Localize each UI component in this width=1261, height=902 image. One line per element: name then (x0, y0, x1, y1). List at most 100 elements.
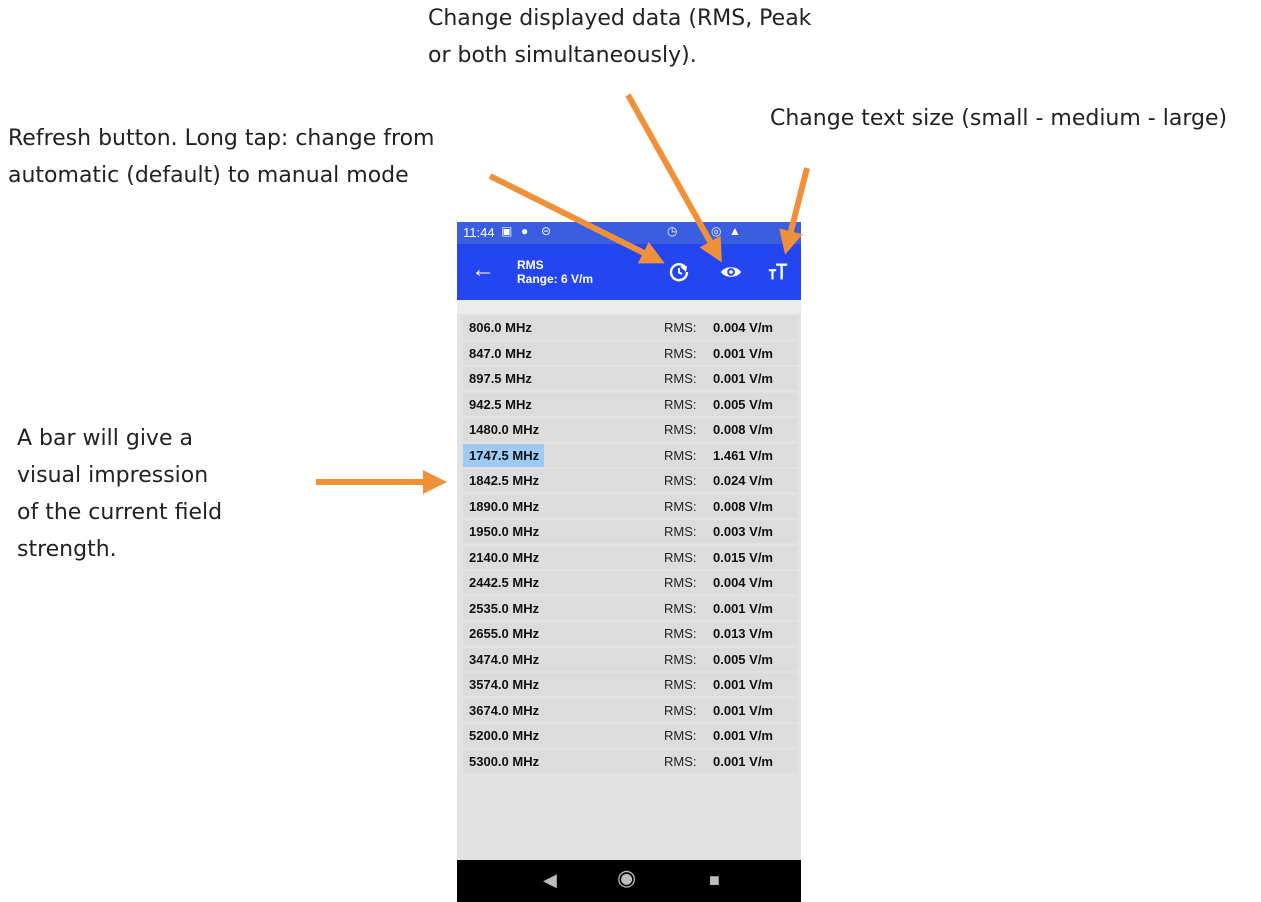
frequency-list: 806.0 MHz RMS: 0.004 V/m 847.0 MHz RMS: 0.001… (457, 300, 801, 860)
list-item[interactable]: 2655.0 MHz RMS: 0.013 V/m (463, 622, 797, 645)
list-item[interactable]: 5300.0 MHz RMS: 0.001 V/m (463, 749, 797, 773)
list-item[interactable]: 3674.0 MHz RMS: 0.001 V/m (463, 698, 797, 722)
hotspot-icon: ◎ (711, 224, 722, 238)
rms-label: RMS: (664, 575, 697, 590)
refresh-icon (669, 263, 689, 282)
rms-label: RMS: (664, 345, 697, 361)
nav-home-icon[interactable]: ◉ (617, 867, 636, 889)
field-strength-value: 0.001 V/m (713, 345, 773, 361)
rms-label: RMS: (664, 728, 697, 743)
field-strength-value: 0.004 V/m (713, 320, 773, 335)
app-bar: ← RMS Range: 6 V/m (457, 244, 801, 300)
nav-back-icon[interactable]: ◀ (543, 870, 557, 890)
list-item[interactable]: 942.5 MHz RMS: 0.005 V/m (463, 392, 797, 416)
frequency-label: 1890.0 MHz (469, 498, 540, 514)
field-strength-value: 0.013 V/m (713, 626, 773, 641)
frequency-label: 1480.0 MHz (469, 422, 540, 437)
status-time: 11:44 (463, 225, 495, 240)
app-icon: ● (521, 224, 529, 238)
field-strength-value: 0.001 V/m (713, 371, 773, 386)
annotation-line: or both simultaneously). (428, 43, 697, 68)
rms-label: RMS: (664, 651, 697, 667)
rms-label: RMS: (664, 702, 697, 718)
list-top-gap (457, 300, 801, 314)
field-strength-value: 0.008 V/m (713, 498, 773, 514)
list-item[interactable]: 2140.0 MHz RMS: 0.015 V/m (463, 545, 797, 569)
field-strength-value: 0.005 V/m (713, 651, 773, 667)
field-strength-value: 0.001 V/m (713, 702, 773, 718)
calendar-icon: ▣ (501, 224, 513, 238)
rms-label: RMS: (664, 320, 697, 335)
frequency-label: 1950.0 MHz (469, 524, 540, 539)
eye-icon (720, 267, 742, 277)
list-item[interactable]: 1747.5 MHz RMS: 1.461 V/m (463, 443, 797, 467)
page-title: RMS (517, 258, 544, 272)
refresh-button[interactable] (663, 256, 695, 288)
field-strength-value: 0.015 V/m (713, 549, 773, 565)
list-item[interactable]: 847.0 MHz RMS: 0.001 V/m (463, 341, 797, 365)
phone-screen: 11:44 ▣ ● ⊝ ◷ ◎ ▲ ← RMS Range: 6 V/m 806… (457, 222, 801, 902)
display-mode-button[interactable] (715, 256, 747, 288)
frequency-label: 2535.0 MHz (469, 600, 540, 616)
annotation-line: Change text size (small - medium - large… (770, 106, 1228, 131)
frequency-label: 3474.0 MHz (469, 651, 540, 667)
rms-label: RMS: (664, 677, 697, 692)
frequency-label: 847.0 MHz (469, 345, 532, 361)
rms-label: RMS: (664, 422, 697, 437)
list-item[interactable]: 1842.5 MHz RMS: 0.024 V/m (463, 469, 797, 492)
frequency-label: 897.5 MHz (469, 371, 532, 386)
frequency-label: 942.5 MHz (469, 396, 532, 412)
text-size-icon (768, 263, 788, 280)
rms-label: RMS: (664, 371, 697, 386)
list-item[interactable]: 1890.0 MHz RMS: 0.008 V/m (463, 494, 797, 518)
list-item[interactable]: 2442.5 MHz RMS: 0.004 V/m (463, 571, 797, 594)
list-item[interactable]: 3474.0 MHz RMS: 0.005 V/m (463, 647, 797, 671)
rms-label: RMS: (664, 396, 697, 412)
arrow-back-icon[interactable]: ← (471, 256, 495, 284)
list-item[interactable]: 2535.0 MHz RMS: 0.001 V/m (463, 596, 797, 620)
list-item[interactable]: 806.0 MHz RMS: 0.004 V/m (463, 316, 797, 339)
annotation-refresh: Refresh button. Long tap: change from au… (8, 120, 435, 194)
text-size-button[interactable] (762, 256, 794, 288)
range-subtitle: Range: 6 V/m (517, 272, 594, 286)
frequency-label: 1747.5 MHz (469, 447, 540, 463)
status-bar: 11:44 ▣ ● ⊝ ◷ ◎ ▲ (457, 222, 801, 244)
annotation-line: visual impression (17, 463, 209, 488)
annotation-line: automatic (default) to manual mode (8, 163, 409, 188)
field-strength-value: 1.461 V/m (713, 447, 773, 463)
frequency-label: 2442.5 MHz (469, 575, 540, 590)
annotation-line: Refresh button. Long tap: change from (8, 126, 435, 151)
frequency-label: 2140.0 MHz (469, 549, 540, 565)
signal-4g-icon: ▲ (729, 224, 741, 238)
annotation-text-size: Change text size (small - medium - large… (770, 100, 1227, 137)
field-strength-value: 0.004 V/m (713, 575, 773, 590)
field-strength-value: 0.008 V/m (713, 422, 773, 437)
list-item[interactable]: 1950.0 MHz RMS: 0.003 V/m (463, 520, 797, 543)
field-strength-value: 0.001 V/m (713, 600, 773, 616)
annotation-line: A bar will give a (17, 426, 193, 451)
list-item[interactable]: 897.5 MHz RMS: 0.001 V/m (463, 367, 797, 390)
annotation-line: strength. (17, 537, 117, 562)
annotation-line: of the current field (17, 500, 223, 525)
nav-recents-icon[interactable]: ■ (709, 870, 720, 890)
rms-label: RMS: (664, 447, 697, 463)
list-item[interactable]: 1480.0 MHz RMS: 0.008 V/m (463, 418, 797, 441)
frequency-label: 2655.0 MHz (469, 626, 540, 641)
alarm-icon: ◷ (667, 224, 678, 238)
frequency-label: 806.0 MHz (469, 320, 532, 335)
field-strength-value: 0.001 V/m (713, 677, 773, 692)
list-item[interactable]: 5200.0 MHz RMS: 0.001 V/m (463, 724, 797, 747)
link-icon: ⊝ (541, 224, 552, 238)
annotation-display-data: Change displayed data (RMS, Peak or both… (428, 0, 811, 74)
frequency-label: 3674.0 MHz (469, 702, 540, 718)
field-strength-value: 0.003 V/m (713, 524, 773, 539)
rms-label: RMS: (664, 473, 697, 488)
list-item[interactable]: 3574.0 MHz RMS: 0.001 V/m (463, 673, 797, 696)
field-strength-value: 0.005 V/m (713, 396, 773, 412)
frequency-label: 5300.0 MHz (469, 753, 540, 769)
frequency-label: 5200.0 MHz (469, 728, 540, 743)
annotation-bar: A bar will give a visual impression of t… (17, 420, 222, 568)
rms-label: RMS: (664, 753, 697, 769)
annotation-line: Change displayed data (RMS, Peak (428, 6, 812, 31)
field-strength-value: 0.001 V/m (713, 728, 773, 743)
